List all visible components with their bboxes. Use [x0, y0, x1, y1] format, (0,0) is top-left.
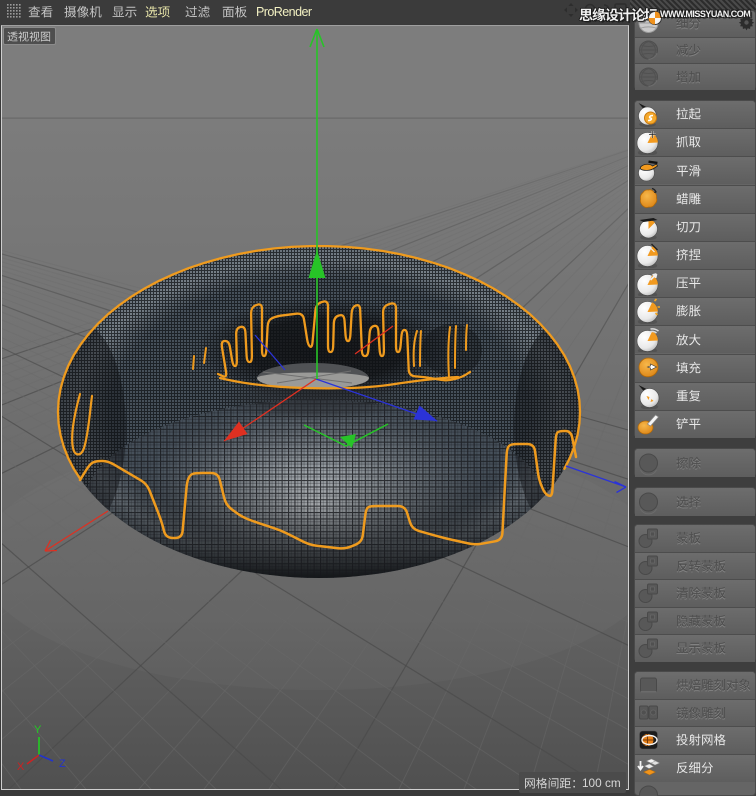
svg-text:Y: Y — [34, 724, 42, 736]
svg-text:X: X — [17, 761, 25, 773]
svg-text:Z: Z — [59, 758, 66, 770]
